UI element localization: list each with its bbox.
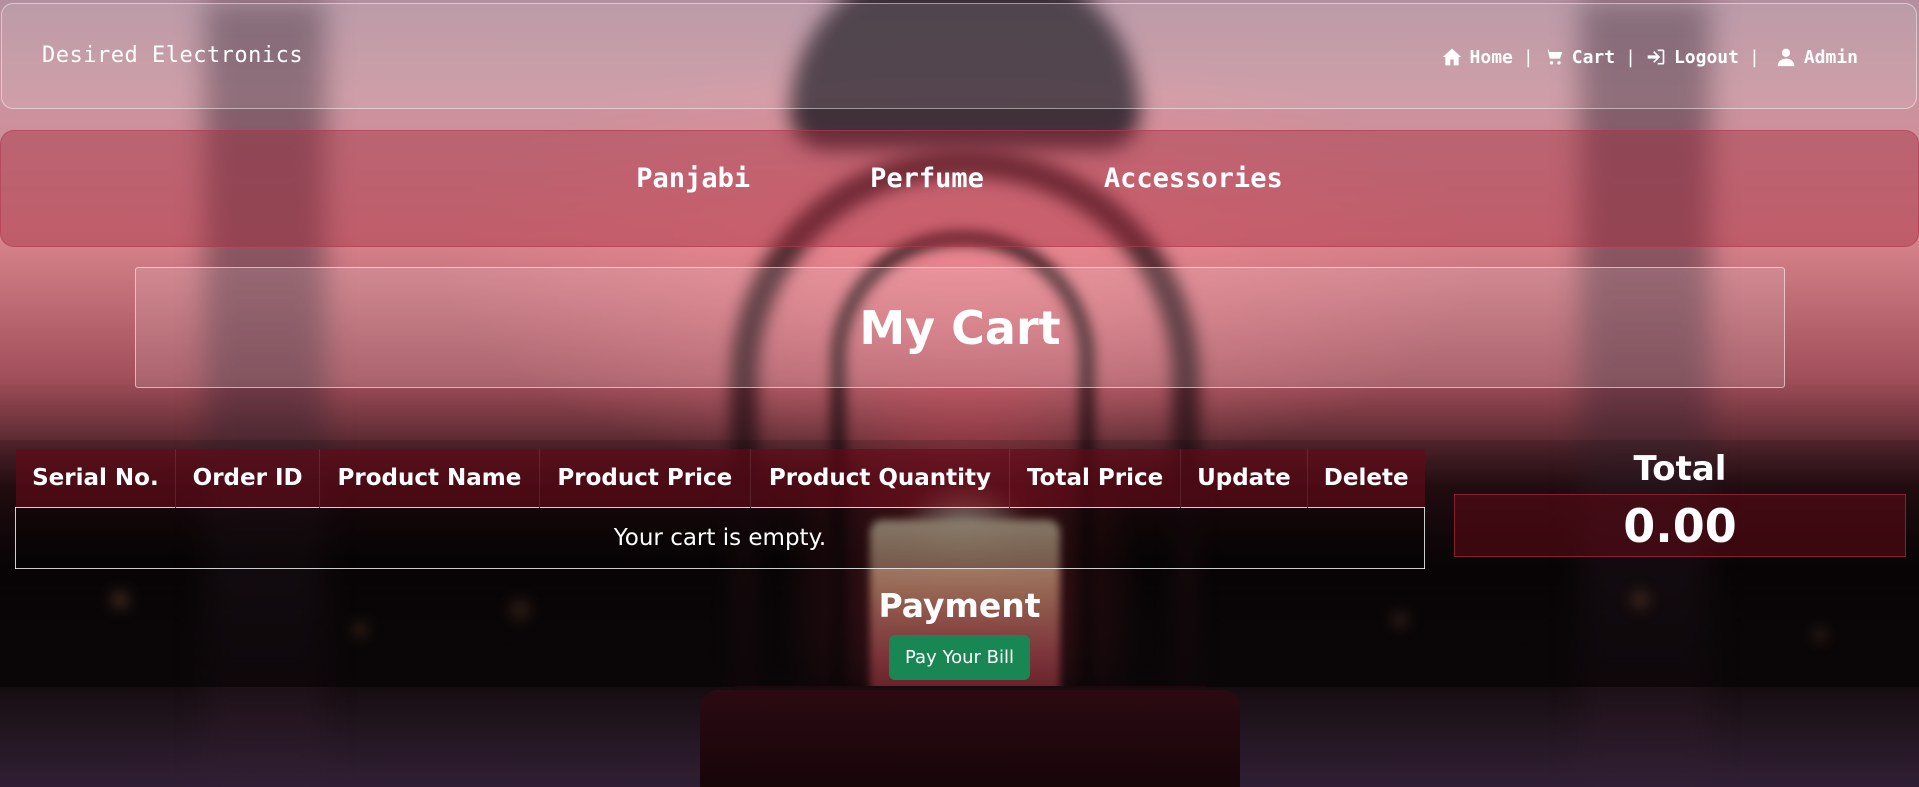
nav-separator: | <box>1522 46 1534 68</box>
category-panjabi[interactable]: Panjabi <box>636 163 750 194</box>
nav-admin-link[interactable]: Admin <box>1776 47 1858 68</box>
nav-cart-label: Cart <box>1571 46 1616 68</box>
nav-home-link[interactable]: Home <box>1442 47 1513 68</box>
column-header: Product Price <box>539 449 751 508</box>
nav-separator: | <box>1625 46 1636 68</box>
payment-section: Payment Pay Your Bill <box>0 586 1919 680</box>
category-accessories[interactable]: Accessories <box>1104 163 1283 194</box>
category-bar: Panjabi Perfume Accessories <box>0 130 1919 247</box>
column-header: Delete <box>1307 449 1425 508</box>
table-header-row: Serial No. Order ID Product Name Product… <box>15 449 1425 508</box>
top-nav-links: Home | Cart | Logout | Admin <box>1442 47 1858 68</box>
column-header: Product Name <box>319 449 540 508</box>
column-header: Update <box>1180 449 1308 508</box>
payment-title: Payment <box>878 586 1041 625</box>
total-value: 0.00 <box>1454 494 1906 557</box>
cart-table: Serial No. Order ID Product Name Product… <box>15 449 1425 569</box>
empty-cart-message: Your cart is empty. <box>15 507 1425 569</box>
nav-logout-link[interactable]: Logout <box>1646 47 1739 68</box>
column-header: Product Quantity <box>750 449 1011 508</box>
nav-admin-label: Admin <box>1803 46 1858 68</box>
nav-home-label: Home <box>1469 46 1513 68</box>
column-header: Serial No. <box>15 449 177 508</box>
total-label: Total <box>1633 449 1727 489</box>
top-navbar: Desired Electronics Home | Cart | Logout… <box>1 3 1917 109</box>
nav-separator: | <box>1748 46 1760 68</box>
cart-icon <box>1544 47 1564 67</box>
brand-name[interactable]: Desired Electronics <box>42 43 303 68</box>
column-header: Order ID <box>175 449 320 508</box>
category-perfume[interactable]: Perfume <box>870 163 984 194</box>
column-header: Total Price <box>1009 449 1181 508</box>
home-icon <box>1442 47 1462 67</box>
user-icon <box>1776 47 1796 67</box>
page-title-box: My Cart <box>135 267 1785 388</box>
nav-cart-link[interactable]: Cart <box>1544 47 1615 68</box>
logout-icon <box>1646 47 1666 67</box>
page-title: My Cart <box>859 300 1061 355</box>
pay-your-bill-button[interactable]: Pay Your Bill <box>889 635 1030 680</box>
table-row: Your cart is empty. <box>15 507 1425 569</box>
total-panel: Total 0.00 <box>1454 449 1906 557</box>
nav-logout-label: Logout <box>1673 46 1739 68</box>
